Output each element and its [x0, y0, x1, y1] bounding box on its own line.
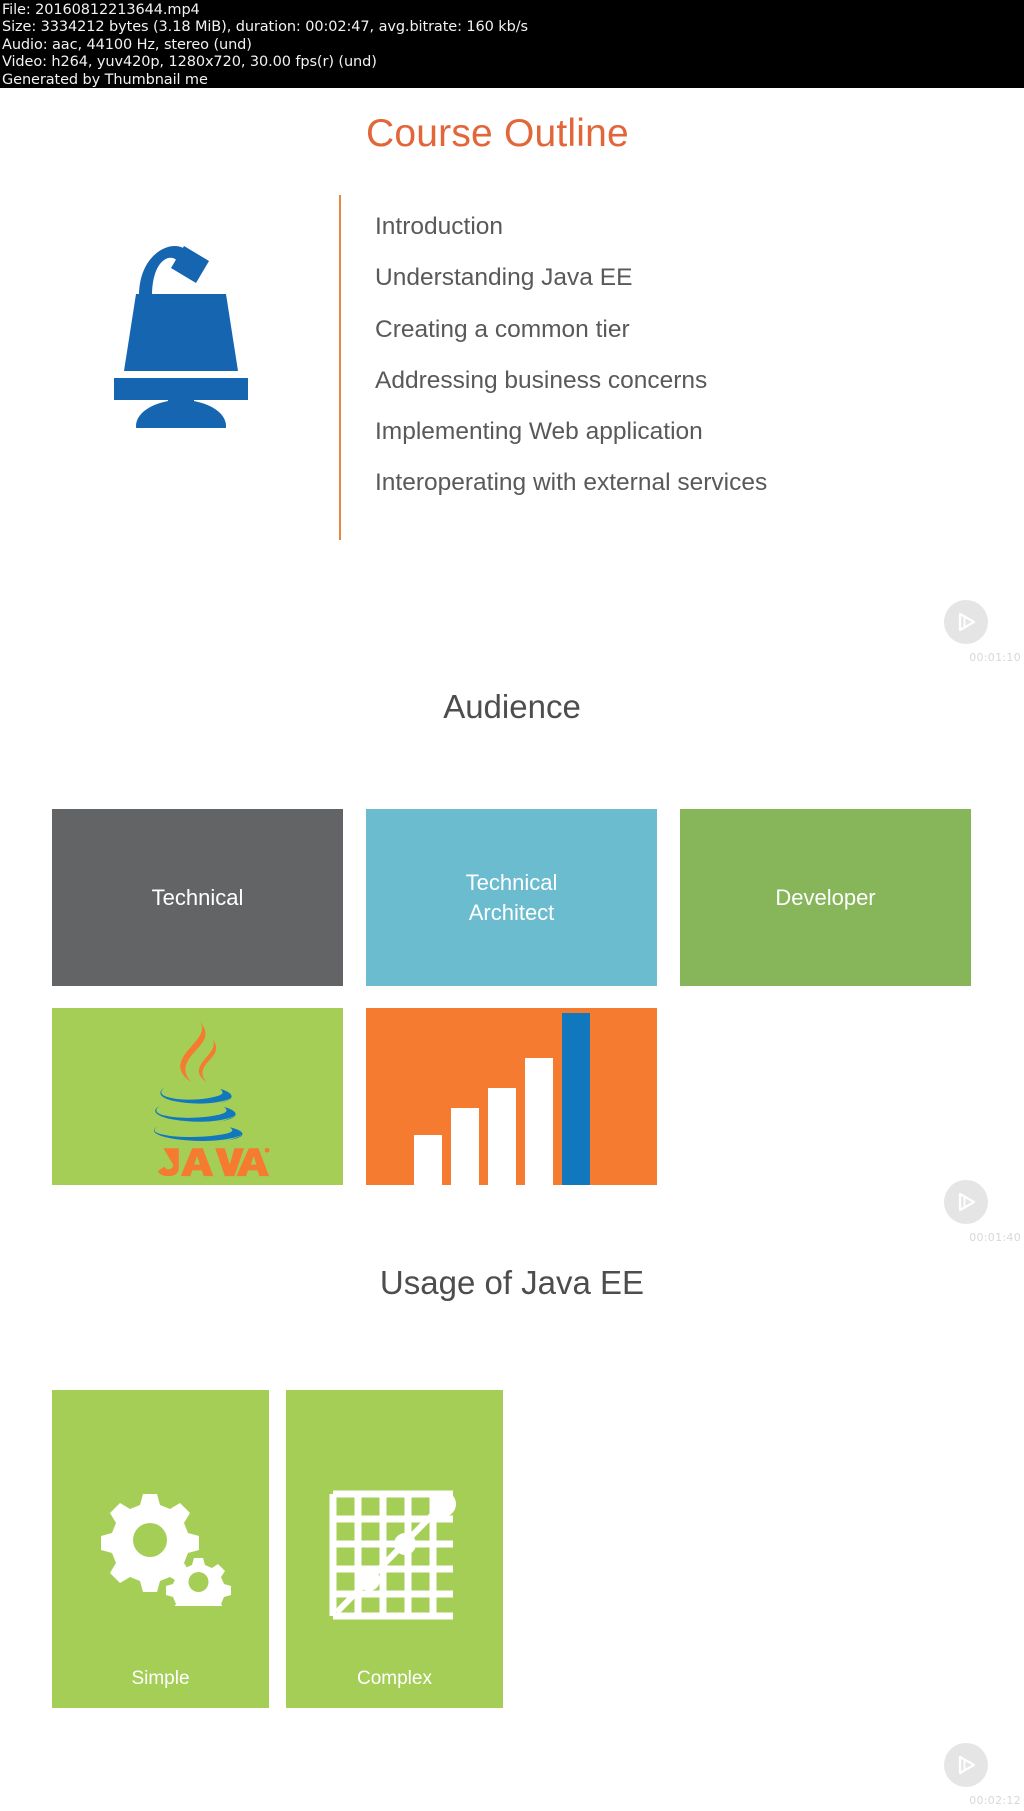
tile-label: Developer — [775, 884, 876, 910]
page-title: Usage of Java EE — [379, 1264, 645, 1301]
play-button[interactable] — [944, 1743, 988, 1787]
list-item: Addressing business concerns — [375, 366, 708, 394]
page-title: Course Outline — [366, 112, 629, 155]
java-logo-icon — [153, 1021, 269, 1177]
grid-chart-icon — [329, 1490, 456, 1620]
tile-java-logo[interactable] — [52, 1008, 343, 1185]
tile-label: Simple — [131, 1668, 190, 1689]
outline-accent-rule — [339, 195, 341, 540]
tile-label: Complex — [357, 1668, 432, 1689]
tile-label: Technical — [151, 884, 244, 910]
bar-chart-growth-icon — [413, 1013, 590, 1185]
play-button-circle — [944, 1743, 988, 1787]
meta-file-line: File: 20160812213644.mp4 — [2, 2, 200, 18]
slide-course-outline: Course Outline Introduction Understandin… — [0, 88, 1024, 668]
play-button-circle — [944, 600, 988, 644]
timestamp: 00:02:12 — [969, 1794, 1021, 1807]
meta-size-line: Size: 3334212 bytes (3.18 MiB), duration… — [2, 19, 528, 36]
tile-label: Technical Architect — [465, 869, 558, 925]
play-button[interactable] — [944, 600, 988, 644]
play-icon — [958, 1192, 976, 1212]
timestamp: 00:01:40 — [969, 1231, 1021, 1244]
play-icon — [958, 612, 976, 632]
list-item: Introduction — [375, 213, 504, 240]
course-outline-list: Introduction Understanding Java EE Creat… — [375, 201, 975, 509]
tile-complex[interactable]: Complex — [286, 1390, 503, 1708]
play-icon — [958, 1755, 976, 1775]
gears-icon — [100, 1494, 231, 1606]
list-item: Creating a common tier — [375, 315, 630, 343]
list-item: Implementing Web application — [375, 418, 703, 446]
page-title: Audience — [443, 688, 581, 725]
list-item: Interoperating with external services — [375, 469, 768, 497]
play-button-circle — [944, 1180, 988, 1224]
tile-technical-architect[interactable]: Technical Architect — [366, 809, 657, 986]
tile-technical[interactable]: Technical — [52, 809, 343, 986]
video-metadata-strip: File: 20160812213644.mp4 Size: 3334212 b… — [0, 0, 1024, 88]
play-button[interactable] — [944, 1180, 988, 1224]
tile-growth-chart[interactable] — [366, 1008, 657, 1185]
slide-usage-of-java-ee: Usage of Java EE Simple Complex 00:02:12 — [0, 1248, 1024, 1811]
timestamp: 00:01:10 — [969, 651, 1021, 664]
tile-developer[interactable]: Developer — [680, 809, 971, 986]
list-item: Understanding Java EE — [375, 264, 633, 292]
meta-generator-line: Generated by Thumbnail me — [2, 71, 208, 88]
meta-video-line: Video: h264, yuv420p, 1280x720, 30.00 fp… — [2, 54, 377, 71]
meta-audio-line: Audio: aac, 44100 Hz, stereo (und) — [2, 36, 252, 53]
podium-icon — [114, 246, 248, 428]
tile-simple[interactable]: Simple — [52, 1390, 269, 1708]
slide-audience: Audience Technical Technical Architect D… — [0, 668, 1024, 1248]
